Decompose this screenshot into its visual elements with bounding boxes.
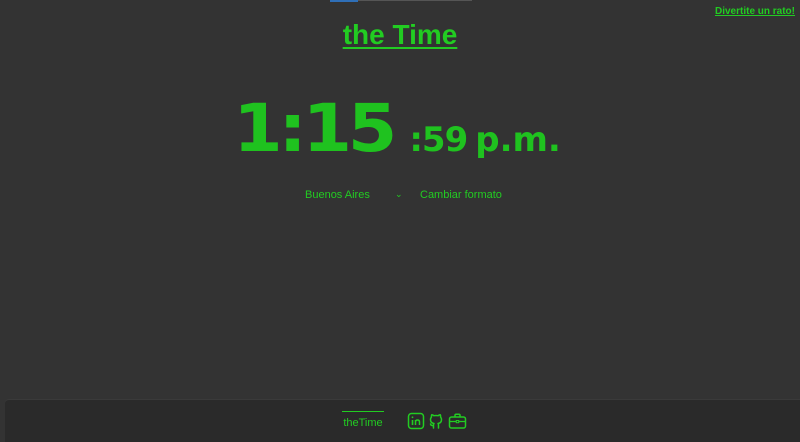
clock-ampm: p.m. <box>475 120 561 160</box>
page: Divertite un rato! the Time 1:15:59 p.m. … <box>0 0 800 442</box>
change-format-button[interactable]: Cambiar formato <box>420 189 502 201</box>
clock-controls: Buenos Aires ⌄ Cambiar formato <box>0 188 800 204</box>
page-title: the Time <box>342 19 458 50</box>
clock-seconds: :59 <box>409 120 468 160</box>
top-divider-accent <box>330 0 358 2</box>
clock-hours-minutes: 1:15 <box>233 90 397 167</box>
city-select[interactable]: Buenos Aires ⌄ <box>305 188 405 204</box>
briefcase-icon[interactable] <box>448 412 467 430</box>
clock-display: 1:15 :59 p.m. <box>0 90 800 167</box>
linkedin-icon[interactable] <box>407 412 425 430</box>
github-icon[interactable] <box>427 412 445 430</box>
city-select-value: Buenos Aires <box>305 189 370 201</box>
chevron-down-icon: ⌄ <box>395 189 403 199</box>
footer: theTime <box>5 399 800 442</box>
fun-link[interactable]: Divertite un rato! <box>715 6 795 17</box>
footer-brand: theTime <box>342 411 384 429</box>
